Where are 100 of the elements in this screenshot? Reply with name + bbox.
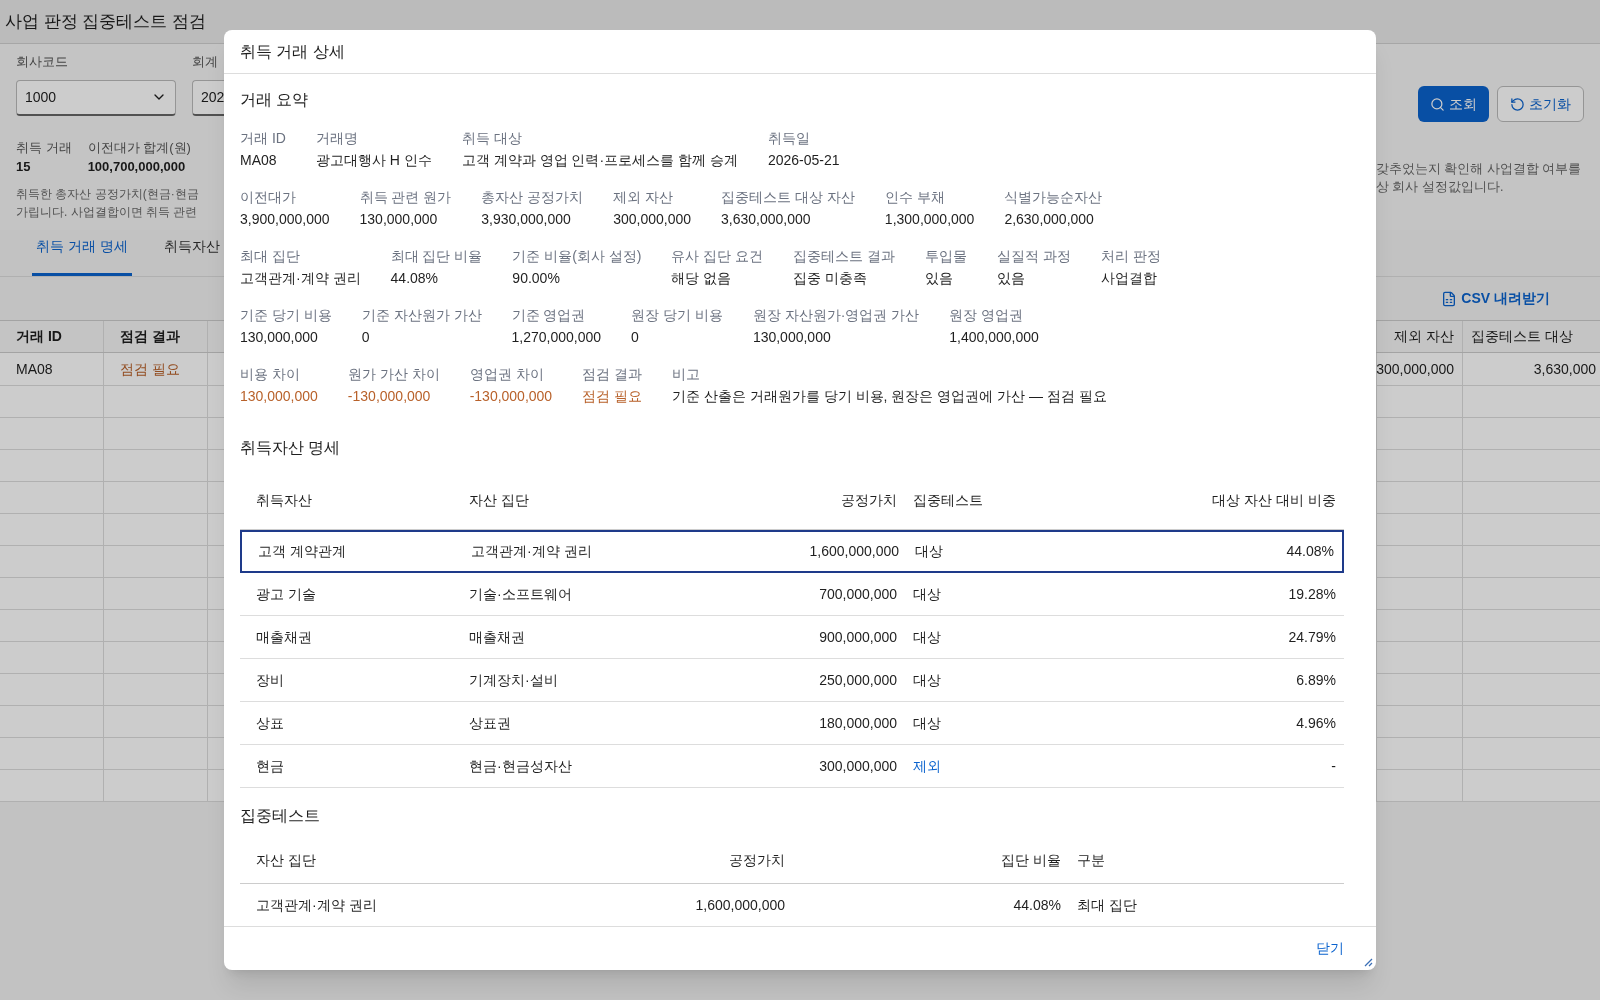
column-header: 점검 결과 bbox=[104, 321, 208, 352]
table-cell-text: 700,000,000 bbox=[818, 584, 898, 604]
asset-row[interactable]: 광고 기술 기술·소프트웨어 700,000,000 대상 19.28% bbox=[240, 573, 1344, 616]
field-value: 3,630,000,000 bbox=[721, 210, 812, 229]
field-label: 인수 부채 bbox=[884, 188, 946, 207]
field-label: 이전대가 bbox=[240, 188, 297, 207]
field-label: 거래명 bbox=[315, 129, 359, 148]
stat-value: 15 bbox=[16, 158, 32, 176]
table-cell-text: 기술·소프트웨어 bbox=[468, 584, 573, 604]
field-label: 기준 당기 비용 bbox=[240, 306, 332, 325]
column-header: 자산 집단 bbox=[255, 851, 317, 870]
asset-row[interactable]: 매출채권 매출채권 900,000,000 대상 24.79% bbox=[240, 616, 1344, 659]
page-title: 사업 판정 집중테스트 점검 bbox=[5, 10, 207, 33]
field-value: 고객 계약과 영업 인력·프로세스를 함께 승계 bbox=[461, 151, 738, 170]
description-text: 가립니다. 사업결합이면 취득 관련 bbox=[16, 203, 199, 221]
field-value: MA08 bbox=[240, 151, 278, 170]
table-cell-text: - bbox=[1330, 756, 1337, 776]
asset-row[interactable]: 현금 현금·현금성자산 300,000,000 제외 - bbox=[240, 745, 1344, 788]
field-value: 130,000,000 bbox=[240, 328, 319, 347]
field-label: 기준 비율(회사 설정) bbox=[512, 247, 642, 266]
field-value: 1,400,000,000 bbox=[949, 328, 1039, 347]
field-value: 사업결합 bbox=[1101, 269, 1158, 288]
field-value: 0 bbox=[631, 328, 640, 347]
table-cell: 점검 필요 bbox=[104, 353, 208, 385]
field-label: 최대 집단 bbox=[240, 247, 301, 266]
field-value: 있음 bbox=[925, 269, 955, 288]
table-cell: MA08 bbox=[0, 353, 104, 385]
spreadsheet-icon bbox=[1441, 290, 1458, 307]
field-label: 원장 당기 비용 bbox=[631, 306, 723, 325]
table-cell-text: 현금·현금성자산 bbox=[468, 756, 573, 776]
asset-row[interactable]: 장비 기계장치·설비 250,000,000 대상 6.89% bbox=[240, 659, 1344, 702]
field-value: 고객관계·계약 권리 bbox=[240, 269, 361, 288]
field-label: 유사 집단 요건 bbox=[671, 247, 764, 266]
section-title: 집중테스트 bbox=[240, 806, 321, 826]
table-cell-text: 4.96% bbox=[1295, 713, 1337, 733]
field-label: 취득 대상 bbox=[461, 129, 523, 148]
table-cell-text: 대상 bbox=[914, 542, 944, 561]
asset-row[interactable]: 고객 계약관계 고객관계·계약 권리 1,600,000,000 대상 44.08% bbox=[240, 530, 1344, 573]
description-text: 갖추었는지 확인해 사업결합 여부를 bbox=[1376, 161, 1583, 178]
field-label: 기준 영업권 bbox=[511, 306, 587, 325]
table-cell-text: 상표 bbox=[255, 713, 285, 733]
table-cell-text: 19.28% bbox=[1287, 584, 1337, 604]
field-value: 90.00% bbox=[512, 269, 561, 288]
search-button[interactable]: 조회 bbox=[1418, 86, 1489, 122]
column-header: 집중테스트 대상 bbox=[1462, 321, 1600, 352]
column-header: 공정가치 bbox=[728, 851, 786, 870]
field-label: 집중테스트 대상 자산 bbox=[721, 188, 855, 207]
field-label: 총자산 공정가치 bbox=[481, 188, 584, 207]
table-cell-text: 180,000,000 bbox=[818, 713, 898, 733]
company-select[interactable]: 1000 bbox=[16, 79, 176, 116]
close-button[interactable]: 닫기 bbox=[1316, 938, 1344, 959]
table-cell-text: 1,600,000,000 bbox=[694, 895, 786, 915]
table-cell-text: 최대 집단 bbox=[1076, 895, 1138, 915]
field-value: 기준 산출은 거래원가를 당기 비용, 원장은 영업권에 가산 — 점검 필요 bbox=[672, 387, 1107, 406]
section-title: 취득자산 명세 bbox=[240, 438, 342, 458]
field-value: -130,000,000 bbox=[347, 387, 432, 406]
column-header: 자산 집단 bbox=[468, 491, 530, 510]
field-label: 원장 영업권 bbox=[949, 306, 1025, 325]
field-value: 130,000,000 bbox=[359, 210, 439, 229]
field-label: 취득 관련 원가 bbox=[359, 188, 452, 207]
table-cell-text: 매출채권 bbox=[468, 627, 526, 647]
resize-handle-icon[interactable] bbox=[1363, 957, 1373, 967]
table-cell-text: 900,000,000 bbox=[818, 627, 898, 647]
field-label: 기준 자산원가 가산 bbox=[361, 306, 482, 325]
table-cell-text: 24.79% bbox=[1287, 627, 1337, 647]
column-header: 집중테스트 bbox=[912, 491, 984, 510]
table-cell-text: 250,000,000 bbox=[818, 670, 898, 690]
field-value: 130,000,000 bbox=[752, 328, 832, 347]
table-cell-text: 대상 bbox=[912, 584, 942, 604]
column-header: 공정가치 bbox=[840, 491, 898, 510]
table-cell: 3,630,000 bbox=[1462, 353, 1600, 385]
field-value: 해당 없음 bbox=[671, 269, 733, 288]
year-field[interactable]: 202 bbox=[192, 79, 224, 116]
search-icon bbox=[1430, 96, 1445, 112]
stat-value: 100,700,000,000 bbox=[87, 158, 187, 176]
table-cell-text: 고객관계·계약 권리 bbox=[470, 542, 593, 561]
field-value: 44.08% bbox=[390, 269, 440, 288]
column-header: 취득자산 bbox=[255, 491, 313, 510]
dialog-title: 취득 거래 상세 bbox=[240, 41, 345, 62]
field-value: 점검 필요 bbox=[582, 387, 643, 406]
table-cell-text: 기계장치·설비 bbox=[468, 670, 559, 690]
field-value: 0 bbox=[361, 328, 371, 347]
field-value: 광고대행사 H 인수 bbox=[315, 151, 432, 170]
field-value: 집중 미충족 bbox=[793, 269, 869, 288]
field-value: 1,270,000,000 bbox=[511, 328, 602, 347]
field-label: 처리 판정 bbox=[1101, 247, 1161, 266]
table-cell-text: 1,600,000,000 bbox=[808, 542, 900, 561]
reset-button[interactable]: 초기화 bbox=[1497, 86, 1584, 122]
column-header: 구분 bbox=[1076, 851, 1106, 870]
csv-download-button[interactable]: CSV 내려받기 bbox=[1441, 288, 1550, 309]
tab[interactable]: 취득자산 bbox=[159, 236, 224, 276]
field-value: 300,000,000 bbox=[613, 210, 692, 229]
table-cell-text: 300,000,000 bbox=[818, 756, 898, 776]
stat-label: 취득 거래 bbox=[16, 138, 72, 157]
field-value: -130,000,000 bbox=[469, 387, 553, 406]
field-value: 2,630,000,000 bbox=[1004, 210, 1095, 229]
table-cell-text: 현금 bbox=[255, 756, 285, 776]
field-value: 130,000,000 bbox=[240, 387, 318, 406]
tab[interactable]: 취득 거래 명세 bbox=[32, 236, 132, 276]
asset-row[interactable]: 상표 상표권 180,000,000 대상 4.96% bbox=[240, 702, 1344, 745]
